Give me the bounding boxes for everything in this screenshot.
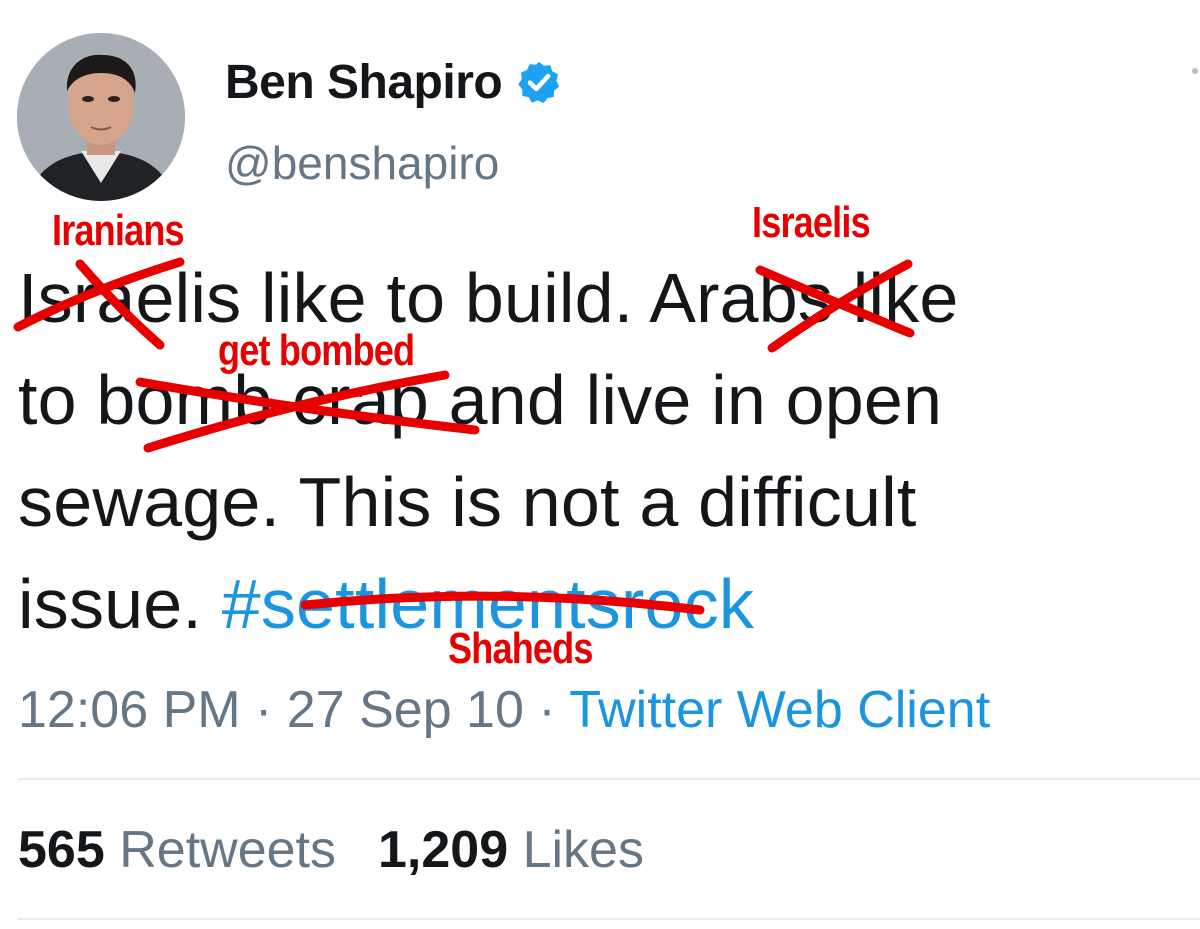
tweet-text-issue: issue. (18, 565, 222, 643)
tweet-date[interactable]: 27 Sep 10 (287, 681, 524, 739)
avatar-portrait-image (17, 33, 185, 201)
avatar[interactable] (17, 33, 185, 201)
edit-label-get-bombed: get bombed (218, 326, 415, 375)
tweet-meta: 12:06 PM · 27 Sep 10 · Twitter Web Clien… (18, 680, 990, 740)
likes-count: 1,209 (377, 821, 509, 879)
author-handle[interactable]: @benshapiro (225, 136, 499, 190)
author-name-row[interactable]: Ben Shapiro (225, 52, 562, 112)
tweet-time[interactable]: 12:06 PM (18, 681, 241, 739)
likes-label: Likes (522, 821, 644, 879)
divider (18, 778, 1200, 780)
tweet-stats: 565 Retweets 1,209 Likes (18, 820, 644, 880)
edit-label-israelis: Israelis (752, 198, 871, 247)
edit-label-iranians: Iranians (52, 206, 185, 255)
retweets-label: Retweets (119, 821, 336, 879)
tweet-source-link[interactable]: Twitter Web Client (569, 681, 990, 739)
meta-separator: · (240, 681, 287, 739)
retweets-stat[interactable]: 565 Retweets (18, 821, 336, 879)
author-display-name[interactable]: Ben Shapiro (225, 55, 503, 110)
tweet-text-line-4: issue. #settlementsrock (18, 564, 754, 644)
tweet-text-line-2: to bomb crap and live in open (18, 361, 943, 439)
divider (18, 918, 1200, 920)
tweet-text-line-1: Israelis like to build. Arabs like (18, 259, 959, 337)
likes-stat[interactable]: 1,209 Likes (378, 821, 644, 879)
meta-separator: · (523, 681, 570, 739)
more-options-icon[interactable] (1192, 68, 1198, 74)
verified-badge-icon (518, 61, 560, 104)
retweets-count: 565 (18, 821, 105, 879)
edit-label-shaheds: Shaheds (448, 624, 593, 673)
tweet-text-line-3: sewage. This is not a difficult (18, 463, 917, 541)
